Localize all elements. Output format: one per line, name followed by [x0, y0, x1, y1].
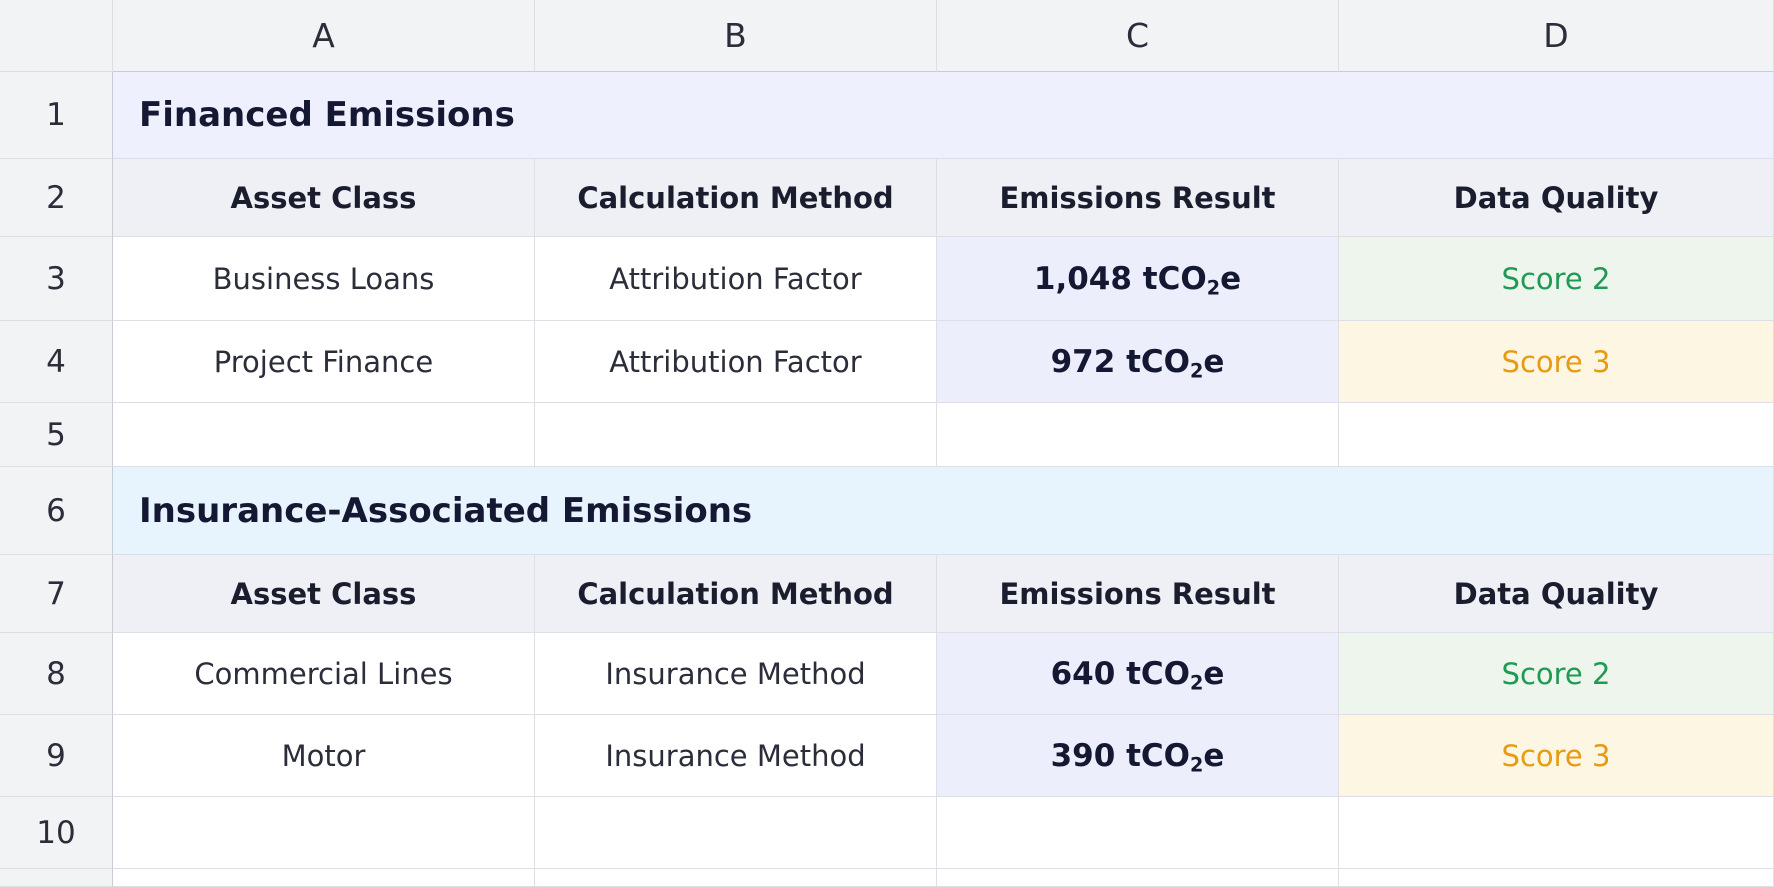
cell-c10[interactable]: [937, 797, 1339, 869]
cell-c3-emissions-result[interactable]: 1,048 tCO2e: [937, 237, 1339, 321]
emissions-unit: tCO2e: [1126, 737, 1225, 776]
cell-c5[interactable]: [937, 403, 1339, 467]
cell-c8-emissions-result[interactable]: 640 tCO2e: [937, 633, 1339, 715]
cell-a9-asset-class[interactable]: Motor: [113, 715, 535, 797]
cell-d5[interactable]: [1339, 403, 1774, 467]
cell-b10[interactable]: [535, 797, 937, 869]
cell-b8-method[interactable]: Insurance Method: [535, 633, 937, 715]
emissions-unit: tCO2e: [1126, 655, 1225, 694]
cell-d8-data-quality[interactable]: Score 2: [1339, 633, 1774, 715]
insurance-header-asset-class[interactable]: Asset Class: [113, 555, 535, 633]
select-all-corner[interactable]: [0, 0, 113, 72]
insurance-header-calculation-method[interactable]: Calculation Method: [535, 555, 937, 633]
spreadsheet: A B C D 1 Financed Emissions 2 Asset Cla…: [0, 0, 1774, 887]
emissions-value: 972: [1050, 343, 1116, 380]
column-header-c[interactable]: C: [937, 0, 1339, 72]
row-header-8[interactable]: 8: [0, 633, 113, 715]
row-header-2[interactable]: 2: [0, 159, 113, 237]
emissions-value: 640: [1050, 655, 1116, 692]
insurance-section-title[interactable]: Insurance-Associated Emissions: [113, 467, 1774, 555]
sheet-grid: A B C D 1 Financed Emissions 2 Asset Cla…: [0, 0, 1774, 887]
financed-header-asset-class[interactable]: Asset Class: [113, 159, 535, 237]
emissions-unit: tCO2e: [1142, 260, 1242, 299]
financed-header-emissions-result[interactable]: Emissions Result: [937, 159, 1339, 237]
cell-a11[interactable]: [113, 869, 535, 887]
cell-b5[interactable]: [535, 403, 937, 467]
row-header-10[interactable]: 10: [0, 797, 113, 869]
row-header-9[interactable]: 9: [0, 715, 113, 797]
cell-a10[interactable]: [113, 797, 535, 869]
financed-header-calculation-method[interactable]: Calculation Method: [535, 159, 937, 237]
financed-header-data-quality[interactable]: Data Quality: [1339, 159, 1774, 237]
cell-a8-asset-class[interactable]: Commercial Lines: [113, 633, 535, 715]
cell-b4-method[interactable]: Attribution Factor: [535, 321, 937, 403]
column-header-d[interactable]: D: [1339, 0, 1774, 72]
insurance-header-data-quality[interactable]: Data Quality: [1339, 555, 1774, 633]
row-header-1[interactable]: 1: [0, 72, 113, 159]
emissions-value: 1,048: [1033, 260, 1132, 297]
column-header-b[interactable]: B: [535, 0, 937, 72]
cell-c11[interactable]: [937, 869, 1339, 887]
row-header-3[interactable]: 3: [0, 237, 113, 321]
cell-d3-data-quality[interactable]: Score 2: [1339, 237, 1774, 321]
insurance-header-emissions-result[interactable]: Emissions Result: [937, 555, 1339, 633]
row-header-5[interactable]: 5: [0, 403, 113, 467]
cell-b3-method[interactable]: Attribution Factor: [535, 237, 937, 321]
cell-d10[interactable]: [1339, 797, 1774, 869]
financed-section-title[interactable]: Financed Emissions: [113, 72, 1774, 159]
cell-c4-emissions-result[interactable]: 972 tCO2e: [937, 321, 1339, 403]
cell-d9-data-quality[interactable]: Score 3: [1339, 715, 1774, 797]
cell-d4-data-quality[interactable]: Score 3: [1339, 321, 1774, 403]
cell-a4-asset-class[interactable]: Project Finance: [113, 321, 535, 403]
cell-b11[interactable]: [535, 869, 937, 887]
cell-b9-method[interactable]: Insurance Method: [535, 715, 937, 797]
row-header-7[interactable]: 7: [0, 555, 113, 633]
row-header-6[interactable]: 6: [0, 467, 113, 555]
emissions-unit: tCO2e: [1126, 343, 1225, 382]
column-header-a[interactable]: A: [113, 0, 535, 72]
row-header-11[interactable]: [0, 869, 113, 887]
cell-c9-emissions-result[interactable]: 390 tCO2e: [937, 715, 1339, 797]
emissions-value: 390: [1050, 737, 1116, 774]
cell-a3-asset-class[interactable]: Business Loans: [113, 237, 535, 321]
row-header-4[interactable]: 4: [0, 321, 113, 403]
cell-a5[interactable]: [113, 403, 535, 467]
cell-d11[interactable]: [1339, 869, 1774, 887]
